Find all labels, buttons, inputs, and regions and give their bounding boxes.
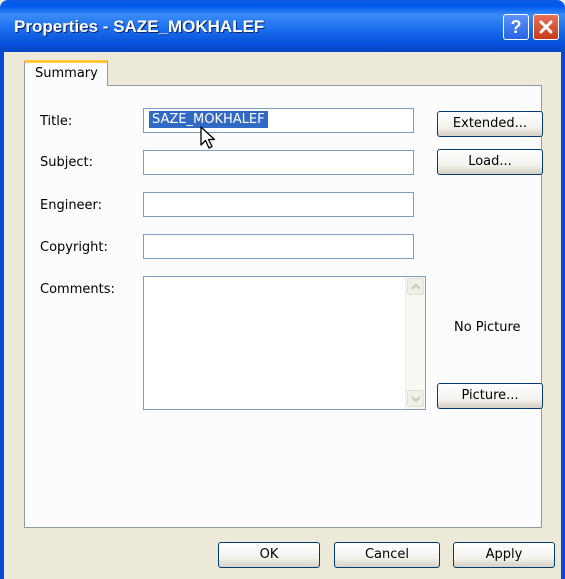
load-button[interactable]: Load... — [437, 149, 543, 175]
copyright-field[interactable] — [143, 234, 414, 259]
subject-label: Subject: — [40, 155, 93, 170]
apply-button[interactable]: Apply — [453, 542, 555, 568]
scroll-up-button[interactable] — [407, 278, 424, 295]
close-button[interactable] — [533, 14, 559, 40]
comments-textarea[interactable] — [143, 276, 426, 410]
engineer-label: Engineer: — [40, 198, 103, 213]
no-picture-label: No Picture — [454, 320, 521, 335]
close-icon — [539, 20, 553, 34]
chevron-down-icon — [411, 396, 421, 403]
scroll-down-button[interactable] — [407, 390, 424, 407]
mouse-pointer-icon — [200, 126, 216, 149]
tab-summary-label: Summary — [35, 66, 98, 81]
comments-scrollbar[interactable] — [405, 277, 425, 409]
title-bar[interactable]: Properties - SAZE_MOKHALEF ? — [0, 0, 565, 52]
window-title: Properties - SAZE_MOKHALEF — [14, 17, 265, 36]
extended-button[interactable]: Extended... — [437, 111, 543, 137]
title-label: Title: — [40, 114, 73, 129]
picture-button[interactable]: Picture... — [437, 383, 543, 409]
cancel-button[interactable]: Cancel — [334, 542, 440, 568]
comments-label: Comments: — [40, 282, 115, 297]
copyright-label: Copyright: — [40, 240, 108, 255]
chevron-up-icon — [411, 283, 421, 290]
title-field[interactable]: SAZE_MOKHALEF — [143, 108, 414, 133]
ok-button[interactable]: OK — [218, 542, 320, 568]
engineer-field[interactable] — [143, 192, 414, 217]
help-button[interactable]: ? — [503, 14, 529, 40]
subject-field[interactable] — [143, 150, 414, 175]
tab-summary[interactable]: Summary — [24, 60, 108, 86]
help-icon: ? — [510, 17, 522, 37]
